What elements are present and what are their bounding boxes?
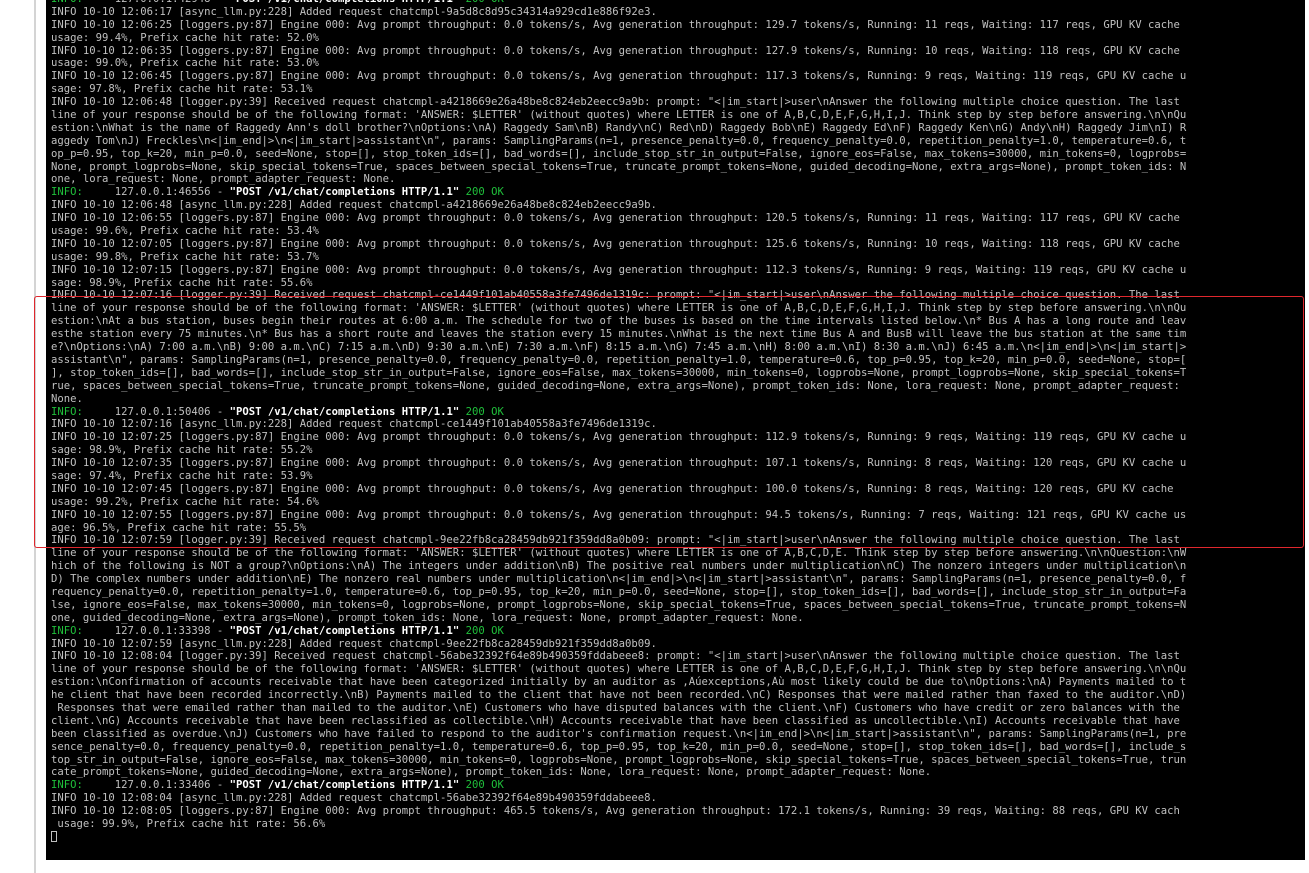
- http-request: "POST /v1/chat/completions HTTP/1.1": [229, 186, 460, 199]
- log-line: usage: 99.2%, Prefix cache hit rate: 54.…: [51, 495, 319, 508]
- log-line: requency_penalty=0.0, repetition_penalty…: [51, 585, 1187, 598]
- log-line: hich of the following is NOT a group?\nO…: [51, 560, 1187, 573]
- info-tag: INFO:: [51, 624, 83, 637]
- info-tag: INFO:: [51, 186, 83, 199]
- log-line: INFO 10-10 12:07:45 [loggers.py:87] Engi…: [51, 482, 1174, 495]
- log-line: INFO 10-10 12:08:05 [loggers.py:87] Engi…: [51, 805, 1180, 818]
- log-line: age: 96.5%, Prefix cache hit rate: 55.5%: [51, 521, 307, 534]
- terminal-output: INFO: 127.0.0.1:42948 - "POST /v1/chat/c…: [46, 0, 1305, 844]
- terminal-window[interactable]: INFO: 127.0.0.1:42948 - "POST /v1/chat/c…: [46, 0, 1305, 860]
- log-line: INFO 10-10 12:07:15 [loggers.py:87] Engi…: [51, 263, 1187, 276]
- log-line: sage: 97.4%, Prefix cache hit rate: 53.9…: [51, 469, 313, 482]
- log-line: INFO 10-10 12:06:17 [async_llm.py:228] A…: [51, 5, 657, 18]
- log-line: INFO 10-10 12:06:48 [logger.py:39] Recei…: [51, 96, 1180, 109]
- log-line: usage: 99.0%, Prefix cache hit rate: 53.…: [51, 57, 319, 70]
- log-line: sage: 98.9%, Prefix cache hit rate: 55.6…: [51, 276, 313, 289]
- info-tag: INFO:: [51, 779, 83, 792]
- log-line: INFO 10-10 12:08:04 [logger.py:39] Recei…: [51, 650, 1180, 663]
- log-line: aggedy Tom\nJ) Freckles\n<|im_end|>\n<|i…: [51, 134, 1187, 147]
- log-line: INFO 10-10 12:07:35 [loggers.py:87] Engi…: [51, 457, 1187, 470]
- log-line: client.\nG) Accounts receivable that hav…: [51, 714, 1180, 727]
- log-line: been classified as overdue.\nJ) Customer…: [51, 727, 1187, 740]
- log-line: e?\nOptions:\nA) 7:00 a.m.\nB) 9:00 a.m.…: [51, 341, 1187, 354]
- client-address: 127.0.0.1:33406 -: [82, 779, 230, 792]
- client-address: 127.0.0.1:33398 -: [82, 624, 230, 637]
- log-line: Responses that were emailed rather than …: [51, 701, 1180, 714]
- info-tag: INFO:: [51, 0, 83, 5]
- log-line: one, guided_decoding=None, extra_args=No…: [51, 611, 804, 624]
- http-status: 200 OK: [459, 186, 504, 199]
- http-request: "POST /v1/chat/completions HTTP/1.1": [230, 0, 460, 5]
- log-line: INFO 10-10 12:07:59 [async_llm.py:228] A…: [51, 637, 657, 650]
- http-request: "POST /v1/chat/completions HTTP/1.1": [229, 779, 460, 792]
- access-log-line: INFO: 127.0.0.1:33406 - "POST /v1/chat/c…: [51, 779, 1305, 792]
- client-address: 127.0.0.1:46556 -: [82, 186, 230, 199]
- log-line: line of your response should be of the f…: [51, 109, 1187, 122]
- log-line: lse, ignore_eos=False, max_tokens=30000,…: [51, 598, 1187, 611]
- info-tag: INFO:: [51, 405, 83, 418]
- log-line: INFO 10-10 12:06:55 [loggers.py:87] Engi…: [51, 212, 1180, 225]
- log-line: op_p=0.95, top_k=20, min_p=0.0, seed=Non…: [51, 147, 1187, 160]
- log-line: estion:\nWhat is the name of Raggedy Ann…: [51, 121, 1187, 134]
- access-log-line: INFO: 127.0.0.1:50406 - "POST /v1/chat/c…: [51, 406, 1305, 419]
- log-line: line of your response should be of the f…: [51, 547, 1187, 560]
- client-address: 127.0.0.1:50406 -: [82, 405, 230, 418]
- log-line: ], stop_token_ids=[], bad_words=[], incl…: [51, 366, 1187, 379]
- http-status: 200 OK: [459, 624, 504, 637]
- log-line: usage: 99.6%, Prefix cache hit rate: 53.…: [51, 225, 319, 238]
- right-edge: [1305, 0, 1309, 873]
- log-line: usage: 99.9%, Prefix cache hit rate: 56.…: [51, 818, 326, 830]
- http-status: 200 OK: [459, 779, 504, 792]
- log-line: esthe station every 75 minutes.\n* Bus h…: [51, 328, 1187, 341]
- log-line: cate_prompt_tokens=None, guided_decoding…: [51, 766, 932, 779]
- log-line: INFO 10-10 12:06:25 [loggers.py:87] Engi…: [51, 18, 1180, 31]
- log-line: INFO 10-10 12:07:55 [loggers.py:87] Engi…: [51, 508, 1187, 521]
- gutter-divider: [34, 0, 36, 873]
- access-log-line: INFO: 127.0.0.1:46556 - "POST /v1/chat/c…: [51, 186, 1305, 199]
- log-line: INFO 10-10 12:07:59 [logger.py:39] Recei…: [51, 534, 1180, 547]
- log-line: INFO 10-10 12:07:16 [async_llm.py:228] A…: [51, 418, 657, 431]
- log-line: None.: [51, 392, 83, 405]
- log-line: INFO 10-10 12:06:45 [loggers.py:87] Engi…: [51, 70, 1187, 83]
- cursor[interactable]: [51, 831, 57, 843]
- log-line: line of your response should be of the f…: [51, 302, 1187, 315]
- http-status: 200 OK: [459, 0, 504, 5]
- log-line: INFO 10-10 12:07:16 [logger.py:39] Recei…: [51, 289, 1180, 302]
- log-line: top_str_in_output=False, ignore_eos=Fals…: [51, 753, 1187, 766]
- log-line: rue, spaces_between_special_tokens=True,…: [51, 379, 1180, 392]
- log-line: sage: 98.9%, Prefix cache hit rate: 55.2…: [51, 444, 313, 457]
- log-line: None, prompt_logprobs=None, skip_special…: [51, 160, 1187, 173]
- bottom-edge: [36, 860, 1309, 873]
- client-address: 127.0.0.1:42948 -: [83, 0, 230, 5]
- left-gutter: [0, 0, 36, 873]
- log-line: assistant\n", params: SamplingParams(n=1…: [51, 353, 1187, 366]
- http-request: "POST /v1/chat/completions HTTP/1.1": [229, 624, 460, 637]
- log-line: usage: 99.4%, Prefix cache hit rate: 52.…: [51, 31, 319, 44]
- log-line: sage: 97.8%, Prefix cache hit rate: 53.1…: [51, 83, 313, 96]
- log-line: line of your response should be of the f…: [51, 663, 1187, 676]
- log-line: estion:\nConfirmation of accounts receiv…: [51, 676, 1187, 689]
- log-line: one, lora_request: None, prompt_adapter_…: [51, 173, 396, 186]
- http-request: "POST /v1/chat/completions HTTP/1.1": [229, 405, 460, 418]
- log-line: INFO 10-10 12:06:35 [loggers.py:87] Engi…: [51, 44, 1180, 57]
- prompt-line: [51, 831, 1305, 844]
- log-line: INFO 10-10 12:07:05 [loggers.py:87] Engi…: [51, 237, 1180, 250]
- access-log-line: INFO: 127.0.0.1:33398 - "POST /v1/chat/c…: [51, 625, 1305, 638]
- http-status: 200 OK: [459, 405, 504, 418]
- log-line: usage: 99.8%, Prefix cache hit rate: 53.…: [51, 250, 319, 263]
- log-line: he client that have been recorded incorr…: [51, 689, 1187, 702]
- log-line: D) The complex numbers under addition\nE…: [51, 573, 1187, 586]
- log-line: estion:\nAt a bus station, buses begin t…: [51, 315, 1187, 328]
- log-line: sence_penalty=0.0, frequency_penalty=0.0…: [51, 740, 1187, 753]
- log-line: INFO 10-10 12:08:04 [async_llm.py:228] A…: [51, 792, 657, 805]
- log-line: INFO 10-10 12:07:25 [loggers.py:87] Engi…: [51, 431, 1187, 444]
- log-line: INFO 10-10 12:06:48 [async_llm.py:228] A…: [51, 199, 657, 212]
